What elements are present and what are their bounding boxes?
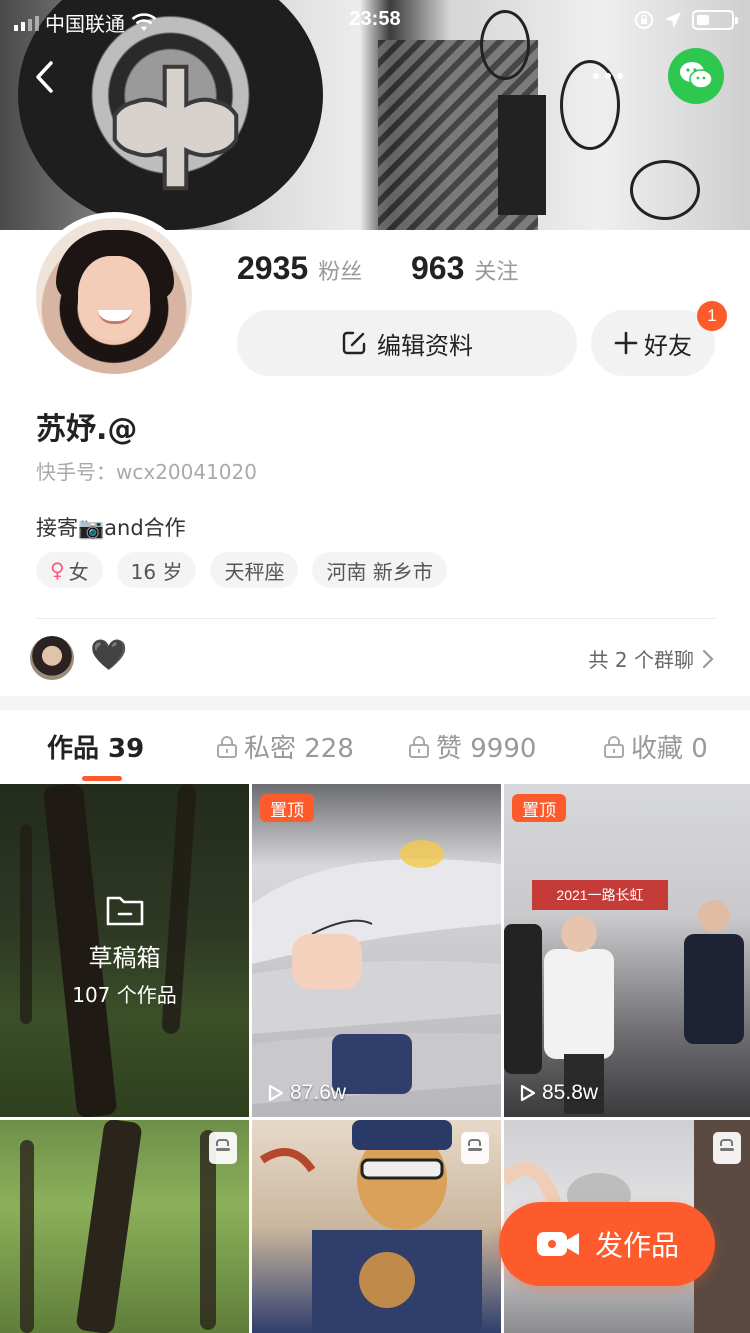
cover-doodle: [630, 160, 700, 220]
username: 苏妤.@: [36, 412, 138, 447]
location-tag[interactable]: 河南 新乡市: [312, 552, 447, 588]
tab-favorites[interactable]: 收藏 0: [603, 728, 708, 765]
gender-label: 女: [68, 559, 89, 584]
add-friend-button[interactable]: 好友: [591, 310, 715, 376]
location-arrow-icon: [665, 12, 681, 28]
avatar-face: [78, 256, 150, 340]
camera-icon: 📷: [78, 516, 105, 540]
bio-prefix: 接寄: [36, 516, 78, 540]
more-dot-icon: [605, 73, 611, 79]
group-avatar: [30, 636, 74, 680]
group-chat-link[interactable]: 共 2 个群聊: [589, 644, 714, 673]
battery-icon: [692, 10, 738, 30]
following-stat[interactable]: 963 关注: [411, 250, 518, 287]
edit-profile-label: 编辑资料: [377, 331, 473, 360]
followers-count: 2935: [237, 250, 309, 286]
tab-works-label: 作品 39: [47, 734, 145, 764]
photo-cell[interactable]: [0, 1120, 249, 1333]
avatar[interactable]: [30, 212, 198, 380]
video-cell[interactable]: 2021一路长虹 置顶 85.8w: [504, 784, 750, 1117]
active-tab-indicator: [82, 776, 122, 781]
photo-type-icon: [713, 1132, 741, 1164]
lock-icon: [217, 735, 237, 758]
profile-tags: ♀ 女 16 岁 天秤座 河南 新乡市: [36, 552, 447, 588]
bedding-illustration: [252, 840, 501, 1104]
tab-works[interactable]: 作品 39: [47, 728, 144, 765]
chevron-left-icon: [36, 61, 53, 93]
more-dot-icon: [593, 73, 599, 79]
bio: 接寄📷and合作: [36, 512, 186, 542]
lock-icon: [409, 735, 429, 758]
following-count: 963: [411, 250, 465, 286]
edit-profile-button[interactable]: 编辑资料: [237, 310, 577, 376]
chevron-right-icon: [702, 649, 714, 668]
view-count-value: 85.8w: [542, 1081, 599, 1104]
zodiac-tag: 天秤座: [210, 552, 299, 588]
plus-icon: [614, 331, 638, 355]
video-cell[interactable]: 置顶 87.6w: [252, 784, 501, 1117]
drafts-overlay: 草稿箱 107 个作品: [0, 784, 249, 1117]
play-icon: [268, 1084, 284, 1102]
age-tag: 16 岁: [116, 552, 197, 588]
tree-trunk: [75, 1120, 143, 1333]
cross-emblem-icon: [112, 64, 239, 191]
view-count-value: 87.6w: [290, 1081, 347, 1104]
group-chat-label: 共 2 个群聊: [588, 648, 694, 672]
add-friend-label: 好友: [644, 331, 692, 360]
divider: [36, 618, 716, 619]
photo-type-icon: [461, 1132, 489, 1164]
tab-private-label: 私密 228: [244, 734, 354, 764]
gender-tag: ♀ 女: [36, 552, 103, 588]
tab-private[interactable]: 私密 228: [216, 728, 354, 765]
content-tabs: 作品 39 私密 228 赞 9990 收藏 0: [0, 710, 750, 784]
view-count: 85.8w: [520, 1081, 598, 1105]
edit-icon: [342, 331, 366, 355]
orientation-lock-icon: [635, 11, 653, 29]
followers-stat[interactable]: 2935 粉丝: [237, 250, 362, 287]
publish-label: 发作品: [594, 1229, 679, 1262]
female-icon: ♀: [50, 558, 65, 582]
publish-button[interactable]: 发作品: [499, 1202, 715, 1286]
group-chat-row[interactable]: 🖤 共 2 个群聊: [30, 634, 720, 686]
wechat-share-button[interactable]: [668, 48, 724, 104]
status-bar: 中国联通 23:58: [0, 0, 750, 40]
tree-trunk: [20, 1140, 34, 1333]
cover-window: [498, 95, 546, 215]
black-heart-emoji: 🖤: [90, 638, 128, 673]
photo-cell[interactable]: [252, 1120, 501, 1333]
pinned-badge: 置顶: [512, 794, 566, 822]
drafts-title: 草稿箱: [88, 943, 161, 972]
friend-notification-badge: 1: [697, 301, 727, 331]
more-dot-icon: [617, 73, 623, 79]
view-count: 87.6w: [268, 1081, 346, 1105]
kuaishou-id[interactable]: 快手号：wcx20041020: [36, 456, 257, 485]
video-camera-icon: [536, 1232, 579, 1256]
pinned-badge: 置顶: [260, 794, 314, 822]
drafts-count: 107 个作品: [72, 982, 177, 1007]
dancers-illustration: [504, 900, 744, 1114]
lock-icon: [604, 735, 624, 758]
bio-suffix: and合作: [104, 516, 186, 540]
section-gap: [0, 696, 750, 710]
tab-favorites-label: 收藏 0: [631, 734, 708, 764]
tab-likes[interactable]: 赞 9990: [408, 728, 536, 765]
play-icon: [520, 1084, 536, 1102]
drafts-cell[interactable]: 草稿箱 107 个作品: [0, 784, 249, 1117]
tab-likes-label: 赞 9990: [436, 734, 537, 764]
following-label: 关注: [474, 260, 519, 285]
profile-card: 2935 粉丝 963 关注 编辑资料 好友 1 苏妤.@ 快手号：wcx200…: [0, 212, 750, 696]
more-options-button[interactable]: [570, 52, 646, 100]
back-button[interactable]: [22, 52, 66, 102]
followers-label: 粉丝: [318, 260, 363, 285]
wechat-icon: [680, 62, 713, 89]
photo-type-icon: [209, 1132, 237, 1164]
folder-icon: [106, 896, 143, 925]
